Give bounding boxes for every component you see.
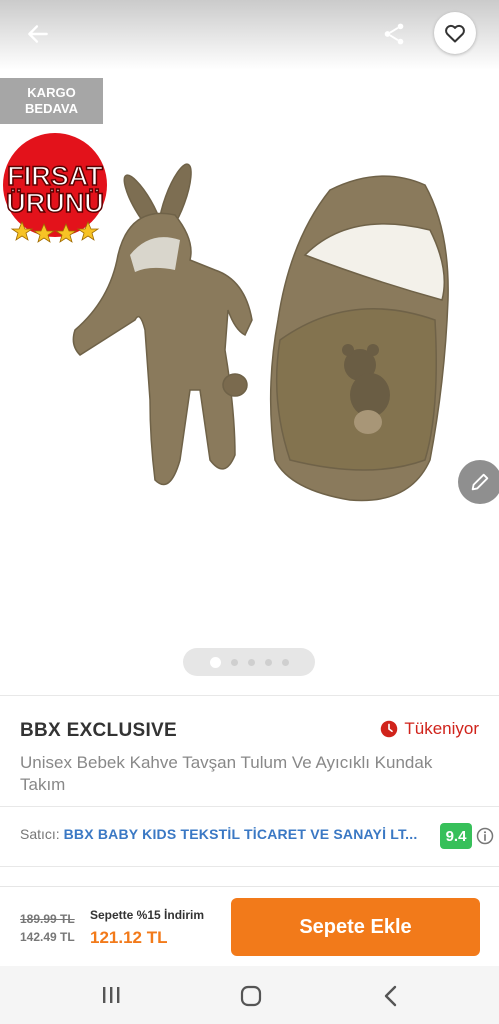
original-price: 189.99 TL bbox=[20, 912, 75, 926]
pager-dot[interactable] bbox=[230, 658, 238, 666]
divider bbox=[0, 806, 499, 807]
pager-dot-active[interactable] bbox=[209, 656, 221, 668]
recents-icon[interactable] bbox=[100, 986, 122, 1004]
favorite-button[interactable] bbox=[434, 12, 476, 54]
back-button[interactable] bbox=[18, 14, 58, 54]
image-pager[interactable] bbox=[183, 648, 315, 676]
edit-button[interactable] bbox=[458, 460, 499, 504]
free-shipping-line2: BEDAVA bbox=[25, 101, 78, 116]
clock-icon bbox=[381, 720, 398, 738]
free-shipping-line1: KARGO bbox=[27, 85, 76, 100]
deal-product-badge: FIRSAT ÜRÜNÜ bbox=[3, 133, 107, 243]
discounted-price: 142.49 TL bbox=[20, 930, 75, 944]
basket-discount-text: Sepette %15 İndirim bbox=[90, 908, 205, 922]
pager-dot[interactable] bbox=[281, 658, 289, 666]
stock-status-text: Tükeniyor bbox=[404, 719, 479, 738]
top-bar bbox=[0, 0, 499, 70]
heart-outline-icon bbox=[445, 24, 465, 43]
nav-back-icon[interactable] bbox=[381, 984, 401, 1008]
divider bbox=[0, 866, 499, 867]
home-icon[interactable] bbox=[240, 985, 262, 1007]
basket-price: 121.12 TL bbox=[90, 928, 168, 947]
product-title: Unisex Bebek Kahve Tavşan Tulum Ve Ayıcı… bbox=[20, 753, 433, 794]
stock-status-badge: Tükeniyor bbox=[380, 719, 479, 739]
share-icon bbox=[384, 23, 404, 45]
share-button[interactable] bbox=[374, 14, 414, 54]
pencil-icon bbox=[471, 473, 489, 491]
info-icon[interactable] bbox=[476, 827, 494, 845]
arrow-left-icon bbox=[28, 25, 48, 43]
add-to-cart-button[interactable]: Sepete Ekle bbox=[231, 898, 480, 956]
deal-badge-line2: ÜRÜNÜ bbox=[6, 188, 104, 218]
seller-label: Satıcı: bbox=[20, 826, 60, 842]
brand-name[interactable]: BBX EXCLUSIVE bbox=[20, 720, 177, 742]
divider bbox=[0, 695, 499, 696]
pager-dot[interactable] bbox=[264, 658, 272, 666]
pager-dot[interactable] bbox=[247, 658, 255, 666]
seller-rating-badge: 9.4 bbox=[440, 823, 472, 849]
deal-badge-line1: FIRSAT bbox=[7, 161, 103, 191]
product-image-gallery[interactable]: KARGO BEDAVA FIRSAT ÜRÜNÜ bbox=[0, 0, 499, 695]
free-shipping-badge: KARGO BEDAVA bbox=[0, 78, 103, 124]
seller-name-link[interactable]: BBX BABY KIDS TEKSTİL TİCARET VE SANAYİ … bbox=[64, 826, 418, 842]
seller-row[interactable]: Satıcı: BBX BABY KIDS TEKSTİL TİCARET VE… bbox=[20, 826, 417, 842]
